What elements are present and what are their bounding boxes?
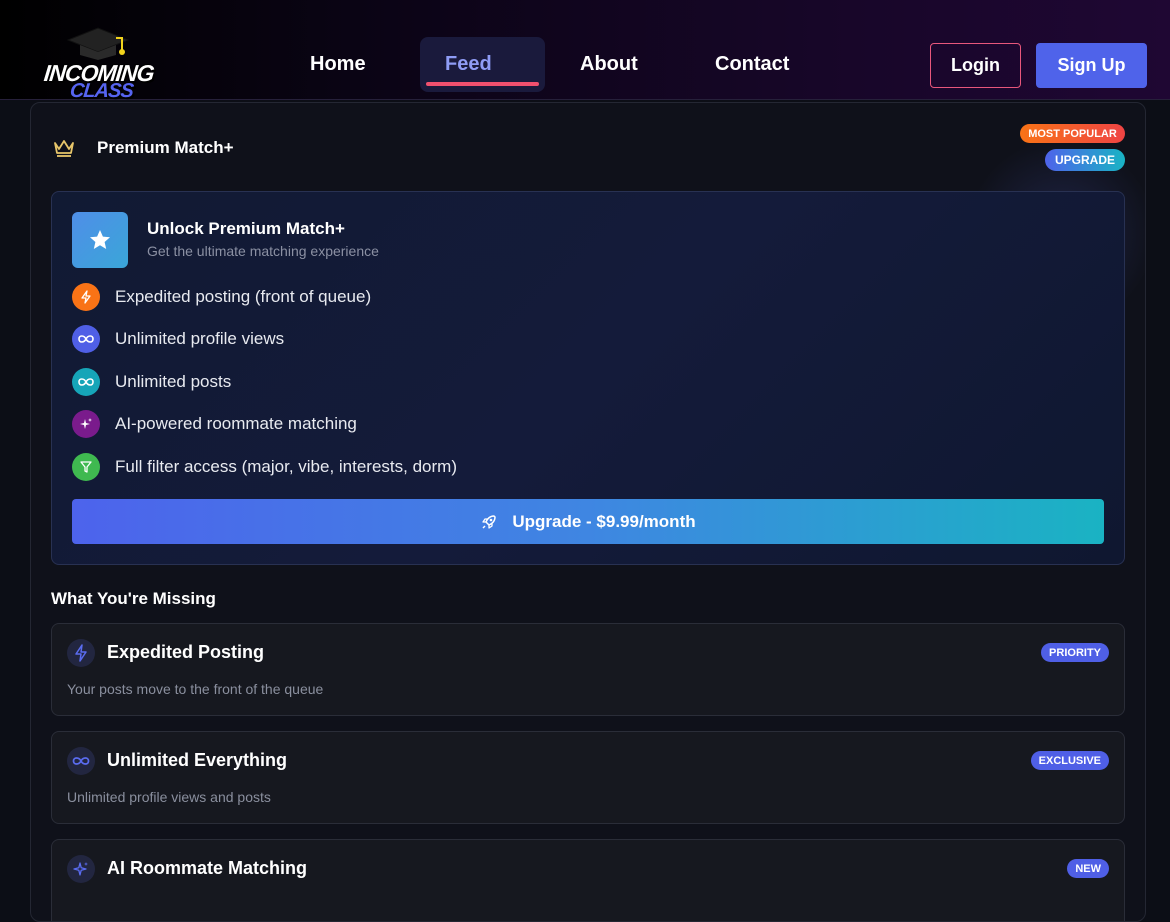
premium-card: Unlock Premium Match+ Get the ultimate m… (51, 191, 1125, 565)
feature-label: Unlimited posts (115, 372, 232, 391)
graduation-cap-icon (66, 27, 130, 60)
missing-item-description: Your posts move to the front of the queu… (67, 681, 324, 697)
upgrade-button-label: Upgrade - $9.99/month (512, 511, 696, 531)
rocket-icon (482, 514, 497, 529)
feature-item: Expedited posting (front of queue) (72, 283, 972, 311)
exclusive-badge: EXCLUSIVE (1030, 751, 1109, 770)
nav-home[interactable]: Home (310, 53, 366, 83)
missing-item-card: Expedited Posting Your posts move to the… (51, 623, 1125, 716)
feature-label: Unlimited profile views (115, 329, 285, 348)
missing-item-card: AI Roommate Matching NEW (51, 839, 1125, 921)
infinity-icon (72, 368, 100, 396)
new-badge: NEW (1067, 859, 1109, 878)
incoming-class-logo[interactable]: INCOMING CLASS (42, 24, 166, 102)
logo-text-class: CLASS (68, 80, 135, 102)
sparkles-icon (67, 855, 95, 883)
card-title: Unlock Premium Match+ (147, 219, 345, 238)
missing-item-title: Expedited Posting (107, 642, 265, 662)
star-tile (72, 212, 128, 268)
upgrade-badge: UPGRADE (1045, 149, 1125, 171)
nav-active-underline (426, 82, 539, 86)
nav-feed[interactable]: Feed (445, 53, 492, 83)
feature-item: Unlimited posts (72, 368, 972, 396)
bolt-icon (72, 283, 100, 311)
premium-panel: Premium Match+ MOST POPULAR UPGRADE Unlo… (30, 102, 1146, 922)
card-subtitle: Get the ultimate matching experience (147, 243, 379, 259)
nav-contact[interactable]: Contact (715, 53, 789, 83)
sparkles-icon (72, 410, 100, 438)
crown-icon (54, 140, 74, 157)
infinity-icon (72, 325, 100, 353)
panel-title: Premium Match+ (97, 138, 234, 157)
missing-section-title: What You're Missing (51, 589, 216, 608)
feature-item: AI-powered roommate matching (72, 410, 972, 438)
priority-badge: PRIORITY (1041, 643, 1109, 662)
missing-item-title: AI Roommate Matching (107, 858, 308, 878)
feature-label: Expedited posting (front of queue) (115, 287, 372, 306)
star-icon (90, 230, 110, 249)
feature-label: AI-powered roommate matching (115, 414, 357, 433)
feature-item: Full filter access (major, vibe, interes… (72, 453, 972, 481)
filter-icon (72, 453, 100, 481)
feature-item: Unlimited profile views (72, 325, 972, 353)
most-popular-badge: MOST POPULAR (1020, 124, 1125, 143)
infinity-icon (67, 747, 95, 775)
nav-about[interactable]: About (580, 53, 638, 83)
missing-item-card: Unlimited Everything Unlimited profile v… (51, 731, 1125, 824)
missing-item-description: Unlimited profile views and posts (67, 789, 271, 805)
login-button[interactable]: Login (930, 43, 1021, 88)
bolt-icon (67, 639, 95, 667)
top-navbar: INCOMING CLASS Home Feed About Contact L… (0, 0, 1170, 102)
upgrade-button[interactable]: Upgrade - $9.99/month (72, 499, 1104, 544)
feature-label: Full filter access (major, vibe, interes… (115, 457, 457, 476)
missing-item-title: Unlimited Everything (107, 750, 288, 770)
signup-button[interactable]: Sign Up (1036, 43, 1147, 88)
